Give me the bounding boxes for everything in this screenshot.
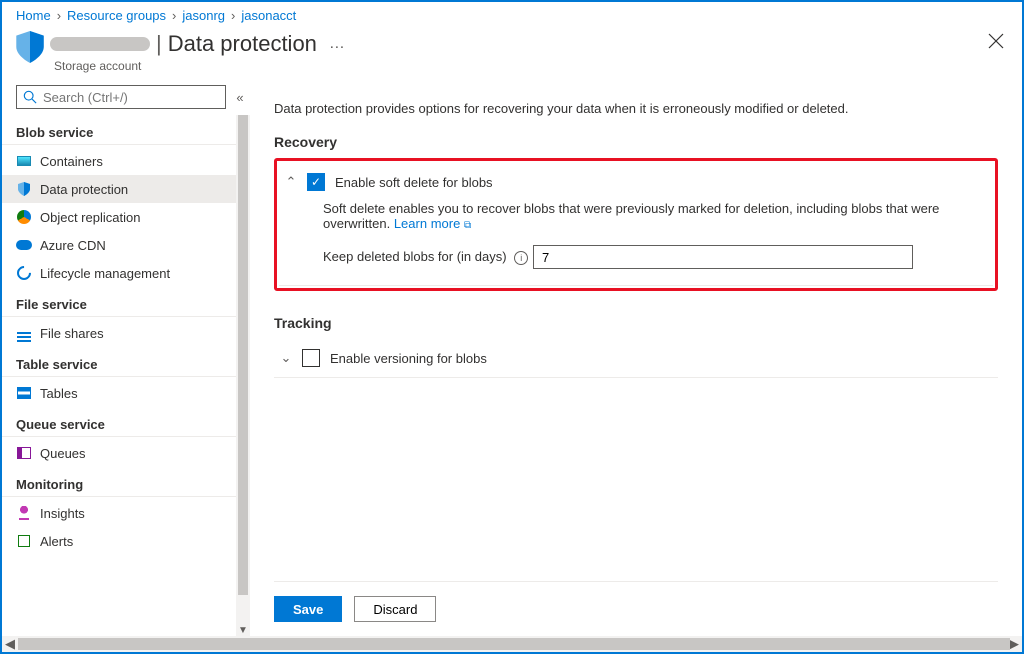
sidebar-item-alerts[interactable]: Alerts: [2, 527, 236, 555]
files-icon: [16, 325, 32, 341]
title-separator: |: [156, 31, 162, 57]
sidebar-group-heading: Table service: [2, 353, 236, 377]
chevron-down-icon[interactable]: ⌄: [280, 350, 292, 366]
crumb-jasonrg[interactable]: jasonrg: [182, 8, 225, 23]
horizontal-scrollbar[interactable]: ◀ ▶: [2, 636, 1022, 652]
soft-delete-title: Enable soft delete for blobs: [335, 175, 493, 190]
sidebar-item-containers[interactable]: Containers: [2, 147, 236, 175]
sidebar-item-label: Tables: [40, 386, 78, 401]
save-button[interactable]: Save: [274, 596, 342, 622]
versioning-title: Enable versioning for blobs: [330, 351, 487, 366]
sidebar: « Blob service Containers Data protection O…: [2, 85, 250, 636]
sidebar-item-data-protection[interactable]: Data protection: [2, 175, 236, 203]
page-title: Data protection: [168, 31, 317, 57]
scroll-left-icon[interactable]: ◀: [2, 636, 18, 652]
sidebar-group-heading: Monitoring: [2, 473, 236, 497]
learn-more-link[interactable]: Learn more ⧉: [394, 216, 471, 231]
sidebar-item-tables[interactable]: Tables: [2, 379, 236, 407]
alerts-icon: [16, 533, 32, 549]
sidebar-item-label: Azure CDN: [40, 238, 106, 253]
page-header: | Data protection … Storage account: [2, 27, 1022, 85]
soft-delete-checkbox[interactable]: [307, 173, 325, 191]
sidebar-item-label: Lifecycle management: [40, 266, 170, 281]
chevron-up-icon[interactable]: ⌃: [285, 174, 297, 190]
sidebar-item-label: Alerts: [40, 534, 73, 549]
sidebar-item-label: File shares: [40, 326, 104, 341]
crumb-home[interactable]: Home: [16, 8, 51, 23]
close-icon[interactable]: [988, 33, 1004, 49]
table-icon: [16, 385, 32, 401]
sidebar-item-label: Containers: [40, 154, 103, 169]
tracking-heading: Tracking: [274, 315, 998, 331]
crumb-sep: ›: [57, 8, 61, 23]
crumb-sep: ›: [172, 8, 176, 23]
versioning-checkbox[interactable]: [302, 349, 320, 367]
container-icon: [16, 153, 32, 169]
keep-days-input[interactable]: [533, 245, 913, 269]
search-input[interactable]: [43, 90, 219, 105]
sidebar-item-insights[interactable]: Insights: [2, 499, 236, 527]
shield-icon: [16, 181, 32, 197]
page-subtitle: Storage account: [54, 59, 346, 73]
sidebar-item-azure-cdn[interactable]: Azure CDN: [2, 231, 236, 259]
sidebar-item-label: Insights: [40, 506, 85, 521]
hscroll-thumb[interactable]: [18, 638, 1010, 650]
more-actions-button[interactable]: …: [329, 35, 346, 53]
shield-large-icon: [16, 31, 44, 63]
sidebar-group-heading: Blob service: [2, 121, 236, 145]
cloud-icon: [16, 237, 32, 253]
discard-button[interactable]: Discard: [354, 596, 436, 622]
sidebar-item-label: Object replication: [40, 210, 140, 225]
sidebar-scrollbar[interactable]: ▲ ▼: [236, 115, 250, 636]
replication-icon: [16, 209, 32, 225]
account-name-redacted: [50, 37, 150, 51]
highlight-callout: ⌃ Enable soft delete for blobs Soft dele…: [274, 158, 998, 291]
scroll-down-icon[interactable]: ▼: [236, 625, 250, 636]
info-icon[interactable]: i: [514, 251, 528, 265]
page-description: Data protection provides options for rec…: [274, 101, 998, 116]
recovery-heading: Recovery: [274, 134, 998, 150]
search-input-wrapper[interactable]: [16, 85, 226, 109]
sidebar-item-object-replication[interactable]: Object replication: [2, 203, 236, 231]
sidebar-item-queues[interactable]: Queues: [2, 439, 236, 467]
sidebar-group-heading: Queue service: [2, 413, 236, 437]
external-link-icon: ⧉: [464, 220, 471, 231]
sidebar-item-lifecycle-management[interactable]: Lifecycle management: [2, 259, 236, 287]
sidebar-item-label: Queues: [40, 446, 86, 461]
queue-icon: [16, 445, 32, 461]
main-content: Data protection provides options for rec…: [250, 85, 1022, 636]
sidebar-item-label: Data protection: [40, 182, 128, 197]
insights-icon: [16, 505, 32, 521]
crumb-sep: ›: [231, 8, 235, 23]
sidebar-group-heading: File service: [2, 293, 236, 317]
crumb-jasonacct[interactable]: jasonacct: [241, 8, 296, 23]
collapse-sidebar-icon[interactable]: «: [236, 90, 244, 105]
crumb-rg[interactable]: Resource groups: [67, 8, 166, 23]
scroll-thumb[interactable]: [238, 115, 248, 595]
search-icon: [23, 90, 37, 104]
keep-days-label: Keep deleted blobs for (in days) i: [323, 249, 523, 265]
lifecycle-icon: [16, 265, 32, 281]
sidebar-item-file-shares[interactable]: File shares: [2, 319, 236, 347]
footer-actions: Save Discard: [274, 581, 998, 636]
breadcrumb: Home › Resource groups › jasonrg › jason…: [2, 2, 1022, 27]
